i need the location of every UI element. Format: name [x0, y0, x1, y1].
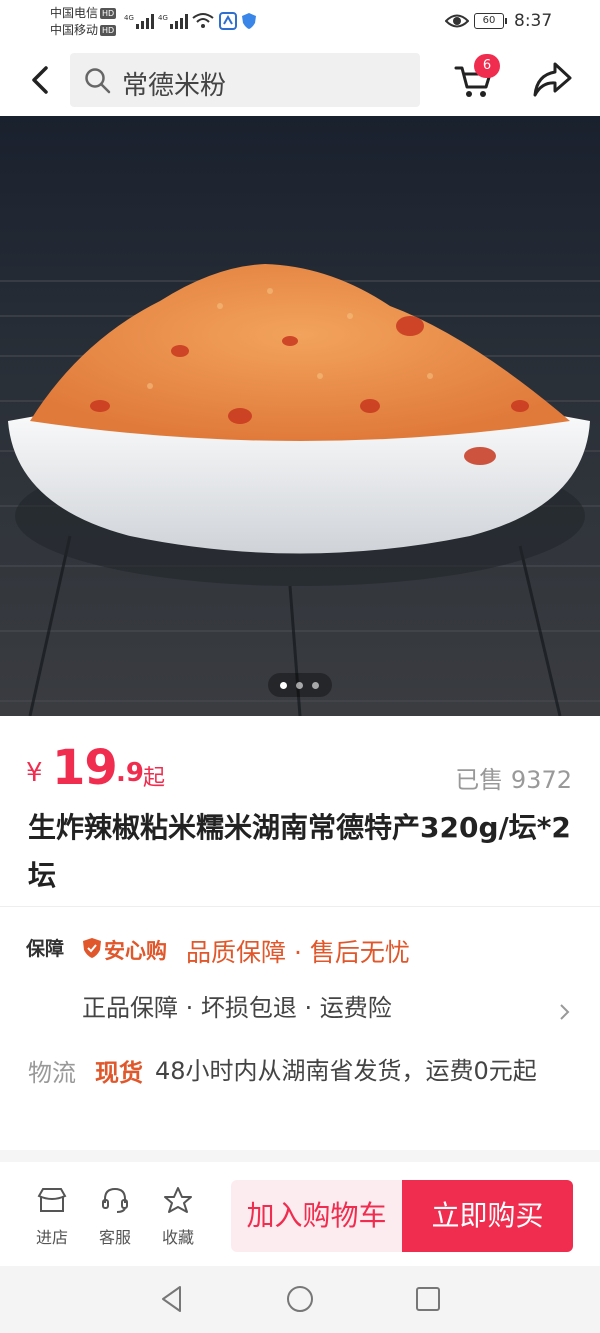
system-back-icon[interactable] [158, 1284, 186, 1314]
top-navbar: 常德米粉 6 [0, 44, 600, 116]
status-bar: 中国电信 HD 中国移动 HD 4G 4G 60 8:37 [0, 0, 600, 44]
carrier-secondary: 中国移动 HD [50, 23, 117, 37]
search-query-text: 常德米粉 [122, 71, 227, 101]
svg-text:4G: 4G [124, 14, 134, 22]
price-section: ¥ 19 .9 起 已售 9372 [0, 716, 600, 806]
share-icon[interactable] [530, 58, 574, 102]
product-title: 生炸辣椒粘米糯米湖南常德特产320g/坛*2坛 [28, 811, 571, 892]
product-photo [0, 116, 600, 716]
carousel-dot [312, 682, 319, 689]
section-gap [0, 1150, 600, 1162]
svg-text:4G: 4G [158, 14, 168, 22]
price-currency: ¥ [26, 758, 43, 788]
guarantee-items: 正品保障 · 坏损包退 · 运费险 [82, 994, 392, 1022]
store-button[interactable]: 进店 [24, 1186, 80, 1248]
sold-count: 已售 9372 [455, 766, 572, 794]
star-icon [164, 1187, 192, 1213]
system-recents-icon[interactable] [414, 1284, 442, 1314]
eye-icon [445, 14, 469, 28]
shield-icon [83, 938, 101, 958]
customer-service-button[interactable]: 客服 [87, 1186, 143, 1248]
price-suffix: 起 [143, 766, 166, 791]
price-integer: 19 [52, 740, 118, 796]
back-arrow-icon[interactable] [22, 60, 62, 100]
store-icon [37, 1188, 67, 1212]
logistics-detail: 48小时内从湖南省发货，运费0元起 [155, 1057, 537, 1085]
favorite-label: 收藏 [161, 1228, 194, 1247]
store-label: 进店 [35, 1228, 68, 1247]
guarantee-brand: 安心购 [104, 939, 167, 963]
price-decimal: .9 [116, 758, 144, 788]
favorite-button[interactable]: 收藏 [150, 1186, 206, 1248]
bottom-action-bar: 进店 客服 收藏 加入购物车 立即购买 [0, 1162, 600, 1266]
service-label: 客服 [98, 1228, 131, 1247]
add-to-cart-button[interactable]: 加入购物车 [231, 1180, 402, 1252]
search-input[interactable]: 常德米粉 [70, 53, 420, 107]
wifi-icon [192, 13, 214, 28]
carousel-dot [280, 682, 287, 689]
logistics-label: 物流 [28, 1059, 76, 1087]
chevron-right-icon[interactable] [558, 1002, 572, 1022]
carousel-indicator [268, 673, 332, 697]
guarantee-headline: 品质保障 · 售后无忧 [186, 938, 410, 967]
signal-icon-2: 4G [158, 14, 188, 29]
app-notification-icon [219, 12, 237, 30]
headset-icon [102, 1187, 128, 1213]
system-home-icon[interactable] [285, 1284, 315, 1314]
battery-indicator: 60 [474, 13, 507, 29]
product-image-carousel[interactable] [0, 116, 600, 716]
buy-now-button[interactable]: 立即购买 [402, 1180, 573, 1252]
search-icon [85, 68, 111, 94]
shield-status-icon [242, 13, 256, 29]
divider [0, 906, 600, 907]
system-navigation-bar [0, 1266, 600, 1333]
carrier-primary: 中国电信 HD [50, 6, 117, 20]
cart-count-badge: 6 [474, 54, 500, 78]
signal-icon: 4G [124, 14, 154, 29]
guarantee-label: 保障 [26, 938, 65, 960]
clock: 8:37 [514, 11, 553, 31]
carousel-dot [296, 682, 303, 689]
